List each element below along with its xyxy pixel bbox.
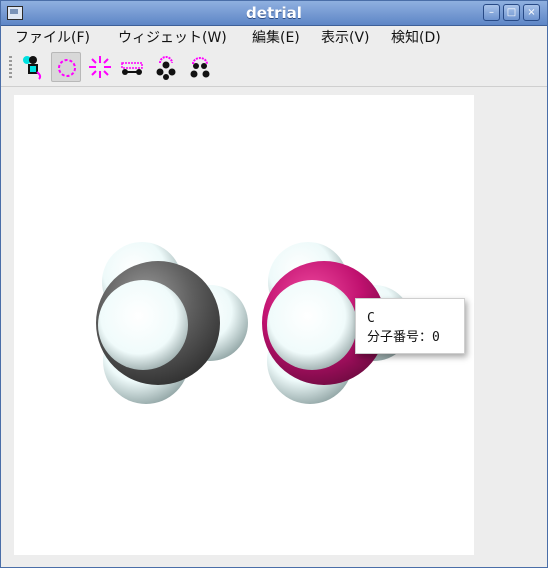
hydrogen-atom[interactable] bbox=[98, 280, 188, 370]
menu-detect[interactable]: 検知(D) bbox=[391, 27, 441, 47]
tooltip-index: 分子番号：0 bbox=[367, 330, 440, 345]
close-icon[interactable]: × bbox=[523, 4, 540, 21]
tooltip-element: C bbox=[367, 311, 375, 326]
ring-select-icon[interactable] bbox=[51, 52, 81, 82]
menu-file[interactable]: ファイル(F) bbox=[15, 27, 90, 47]
viewer-area bbox=[1, 87, 547, 567]
atom-tooltip: C 分子番号：0 bbox=[355, 298, 465, 354]
methyl-left bbox=[96, 242, 248, 404]
hydrogen-atom[interactable] bbox=[267, 280, 357, 370]
atom-cluster-2-icon[interactable] bbox=[185, 52, 215, 82]
menu-bar: ファイル(F) ウィジェット(W) 編集(E) 表示(V) 検知(D) bbox=[1, 26, 547, 47]
bond-bar-icon[interactable] bbox=[117, 52, 147, 82]
toolbar-grip[interactable] bbox=[9, 56, 12, 78]
title-bar: detrial – □ × bbox=[1, 1, 547, 26]
menu-edit[interactable]: 編集(E) bbox=[252, 27, 300, 47]
menu-widget[interactable]: ウィジェット(W) bbox=[118, 27, 227, 47]
toolbar bbox=[1, 48, 547, 87]
burst-icon[interactable] bbox=[85, 52, 115, 82]
atom-cluster-icon[interactable] bbox=[151, 52, 181, 82]
select-molecule-icon[interactable] bbox=[19, 52, 49, 82]
window-title: detrial bbox=[246, 4, 302, 22]
app-window: detrial – □ × ファイル(F) ウィジェット(W) 編集(E) 表示… bbox=[0, 0, 548, 568]
minimize-icon[interactable]: – bbox=[483, 4, 500, 21]
maximize-icon[interactable]: □ bbox=[503, 4, 520, 21]
menu-view[interactable]: 表示(V) bbox=[321, 27, 370, 47]
